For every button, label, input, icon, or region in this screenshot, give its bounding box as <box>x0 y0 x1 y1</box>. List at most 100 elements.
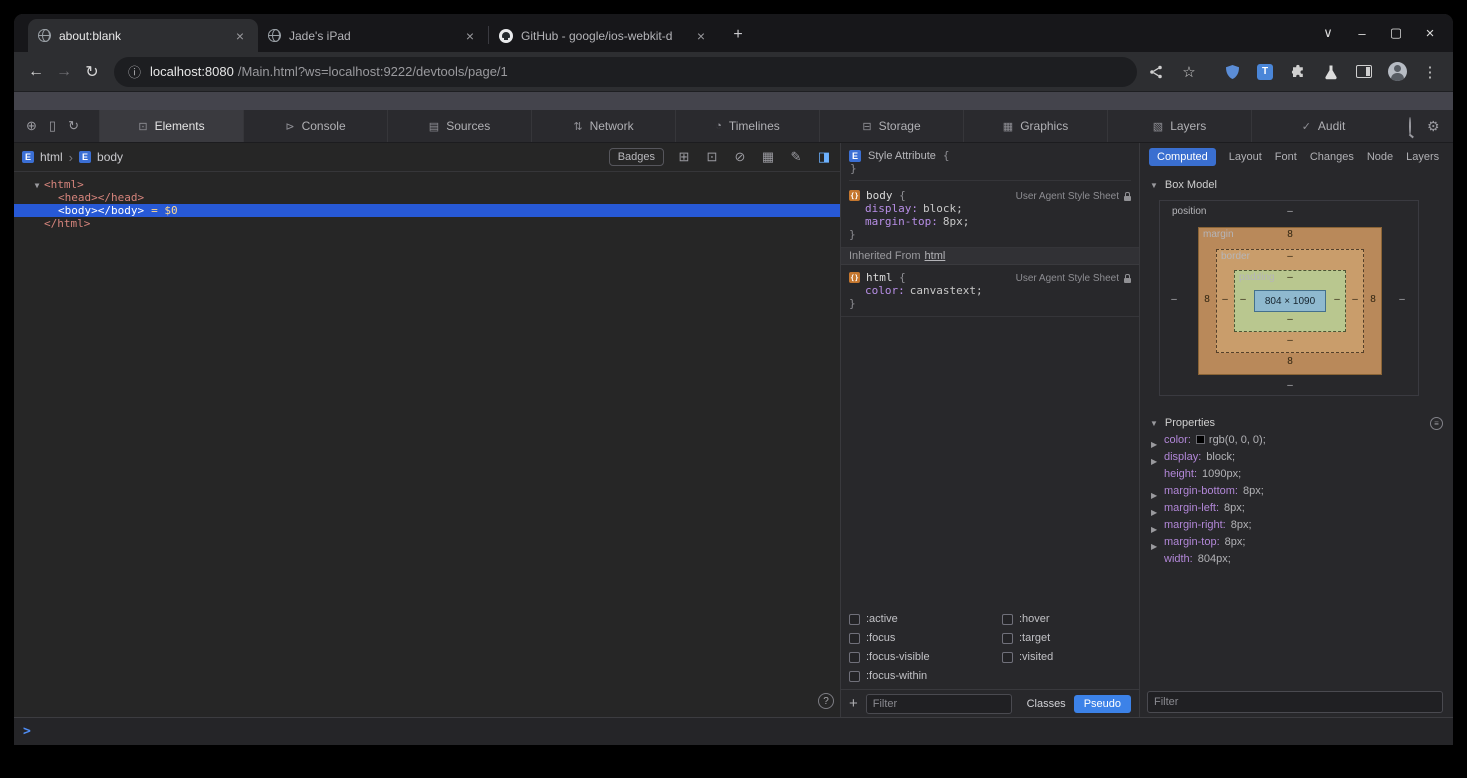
pseudo-checkbox[interactable] <box>849 614 860 625</box>
computed-property[interactable]: ▶display:block; <box>1140 449 1453 466</box>
tab-network[interactable]: ⇅Network <box>531 110 675 142</box>
extension-shield-icon[interactable] <box>1221 61 1243 83</box>
computed-filter-input[interactable] <box>1147 691 1443 713</box>
chevron-down-icon[interactable]: ∨ <box>1313 19 1343 47</box>
timelines-icon: ◔ <box>715 120 722 132</box>
globe-favicon <box>268 29 281 42</box>
pseudo-checkbox[interactable] <box>849 652 860 663</box>
close-tab-icon[interactable]: × <box>693 28 709 44</box>
browser-window: about:blank × Jade's iPad × GitHub - goo… <box>14 14 1453 745</box>
elements-icon: ⊡ <box>138 120 147 133</box>
inherited-link[interactable]: html <box>925 250 946 262</box>
position-top: – <box>1284 206 1296 217</box>
back-button[interactable]: ← <box>22 58 50 86</box>
device-settings-icon[interactable]: ▯ <box>49 118 56 134</box>
new-tab-button[interactable]: + <box>725 22 751 48</box>
disclosure-open-icon[interactable]: ▼ <box>30 179 44 192</box>
bookmark-star-icon[interactable]: ☆ <box>1178 61 1200 83</box>
search-icon[interactable] <box>1409 118 1411 134</box>
computed-property[interactable]: height:1090px; <box>1140 466 1453 483</box>
grid-overlay-icon[interactable]: ⊞ <box>676 149 692 165</box>
close-window-button[interactable]: × <box>1415 19 1445 47</box>
print-styles-icon[interactable]: ⊡ <box>704 149 720 165</box>
computed-property[interactable]: ▶margin-bottom:8px; <box>1140 483 1453 500</box>
css-rule-html[interactable]: {} html { User Agent Style Sheet color:c… <box>841 265 1139 317</box>
help-button[interactable]: ? <box>818 693 834 709</box>
badges-button[interactable]: Badges <box>609 148 664 166</box>
computed-property[interactable]: ▶margin-top:8px; <box>1140 534 1453 551</box>
reload-button[interactable]: ↻ <box>78 58 106 86</box>
breadcrumb-body[interactable]: body <box>97 150 123 164</box>
css-rule-body[interactable]: {} body { User Agent Style Sheet display… <box>841 183 1139 248</box>
computed-property[interactable]: width:804px; <box>1140 551 1453 568</box>
tab-storage[interactable]: ⊟Storage <box>819 110 963 142</box>
forward-button[interactable]: → <box>50 58 78 86</box>
css-property[interactable]: display:block; <box>849 202 1131 215</box>
breadcrumb-html[interactable]: html <box>40 150 63 164</box>
close-tab-icon[interactable]: × <box>232 28 248 44</box>
page-reload-icon[interactable]: ↻ <box>68 118 79 134</box>
classes-button[interactable]: Classes <box>1027 698 1066 710</box>
css-property[interactable]: color:canvastext; <box>849 284 1131 297</box>
quick-console[interactable]: > <box>14 717 1453 745</box>
browser-tab-jades-ipad[interactable]: Jade's iPad × <box>258 19 488 52</box>
tab-sources[interactable]: ▤Sources <box>387 110 531 142</box>
pseudo-checkbox[interactable] <box>849 633 860 644</box>
tab-console[interactable]: ⊳Console <box>243 110 387 142</box>
side-panel-icon[interactable] <box>1353 61 1375 83</box>
dom-node-body-selected[interactable]: <body></body>= $0 <box>14 204 840 217</box>
site-info-icon[interactable]: ⓘ <box>128 62 141 81</box>
extensions-puzzle-icon[interactable] <box>1287 61 1309 83</box>
browser-tab-about-blank[interactable]: about:blank × <box>28 19 258 52</box>
add-rule-icon[interactable]: + <box>849 695 858 712</box>
profile-avatar[interactable] <box>1386 61 1408 83</box>
force-pseudo-icon[interactable]: ⊘ <box>732 149 748 165</box>
layout-grid-icon[interactable]: ▦ <box>760 149 776 165</box>
dom-node-head[interactable]: <head></head> <box>14 191 840 204</box>
maximize-button[interactable]: ▢ <box>1381 19 1411 47</box>
tab-font[interactable]: Font <box>1275 151 1297 163</box>
edit-icon[interactable]: ✎ <box>788 149 804 165</box>
pseudo-checkbox[interactable] <box>1002 614 1013 625</box>
pseudo-checkbox[interactable] <box>1002 633 1013 644</box>
lock-icon <box>1124 278 1131 283</box>
computed-property[interactable]: ▶color:rgb(0, 0, 0); <box>1140 432 1453 449</box>
tab-changes[interactable]: Changes <box>1310 151 1354 163</box>
properties-filter-icon[interactable]: ≡ <box>1430 417 1443 430</box>
menu-kebab-icon[interactable]: ⋮ <box>1419 61 1441 83</box>
tab-layers[interactable]: ▧Layers <box>1107 110 1251 142</box>
tab-computed[interactable]: Computed <box>1149 148 1216 166</box>
tab-layers[interactable]: Layers <box>1406 151 1439 163</box>
extension-translate-icon[interactable]: T <box>1254 61 1276 83</box>
tab-elements[interactable]: ⊡Elements <box>99 110 243 142</box>
inspect-element-icon[interactable]: ⊕ <box>26 118 37 134</box>
close-tab-icon[interactable]: × <box>462 28 478 44</box>
dom-node-html-open[interactable]: ▼<html> <box>14 178 840 191</box>
minimize-button[interactable]: – <box>1347 19 1377 47</box>
tab-label: Timelines <box>729 119 780 133</box>
tab-timelines[interactable]: ◔ Timelines <box>675 110 819 142</box>
computed-property[interactable]: ▶margin-left:8px; <box>1140 500 1453 517</box>
tab-audit[interactable]: ✓Audit <box>1251 110 1395 142</box>
pseudo-checkbox[interactable] <box>1002 652 1013 663</box>
address-bar[interactable]: ⓘ localhost:8080/Main.html?ws=localhost:… <box>114 57 1137 87</box>
tab-layout[interactable]: Layout <box>1229 151 1262 163</box>
extension-flask-icon[interactable] <box>1320 61 1342 83</box>
pseudo-button[interactable]: Pseudo <box>1074 695 1131 713</box>
tab-graphics[interactable]: ▦Graphics <box>963 110 1107 142</box>
styles-filter-input[interactable] <box>866 694 1012 714</box>
split-view-icon[interactable]: ◨ <box>816 149 832 165</box>
share-icon[interactable] <box>1145 61 1167 83</box>
properties-header[interactable]: ▼ Properties ≡ <box>1140 409 1453 432</box>
console-prompt-icon: > <box>23 724 31 739</box>
gear-icon[interactable]: ⚙ <box>1427 118 1440 135</box>
tab-node[interactable]: Node <box>1367 151 1393 163</box>
computed-property[interactable]: ▶margin-right:8px; <box>1140 517 1453 534</box>
css-property[interactable]: margin-top:8px; <box>849 215 1131 228</box>
dom-node-html-close[interactable]: </html> <box>14 217 840 230</box>
box-model-header[interactable]: ▼ Box Model <box>1140 171 1453 194</box>
selector: body <box>866 189 893 202</box>
pseudo-checkbox[interactable] <box>849 671 860 682</box>
browser-tab-github[interactable]: GitHub - google/ios-webkit-d × <box>489 19 719 52</box>
audit-icon: ✓ <box>1302 120 1311 133</box>
